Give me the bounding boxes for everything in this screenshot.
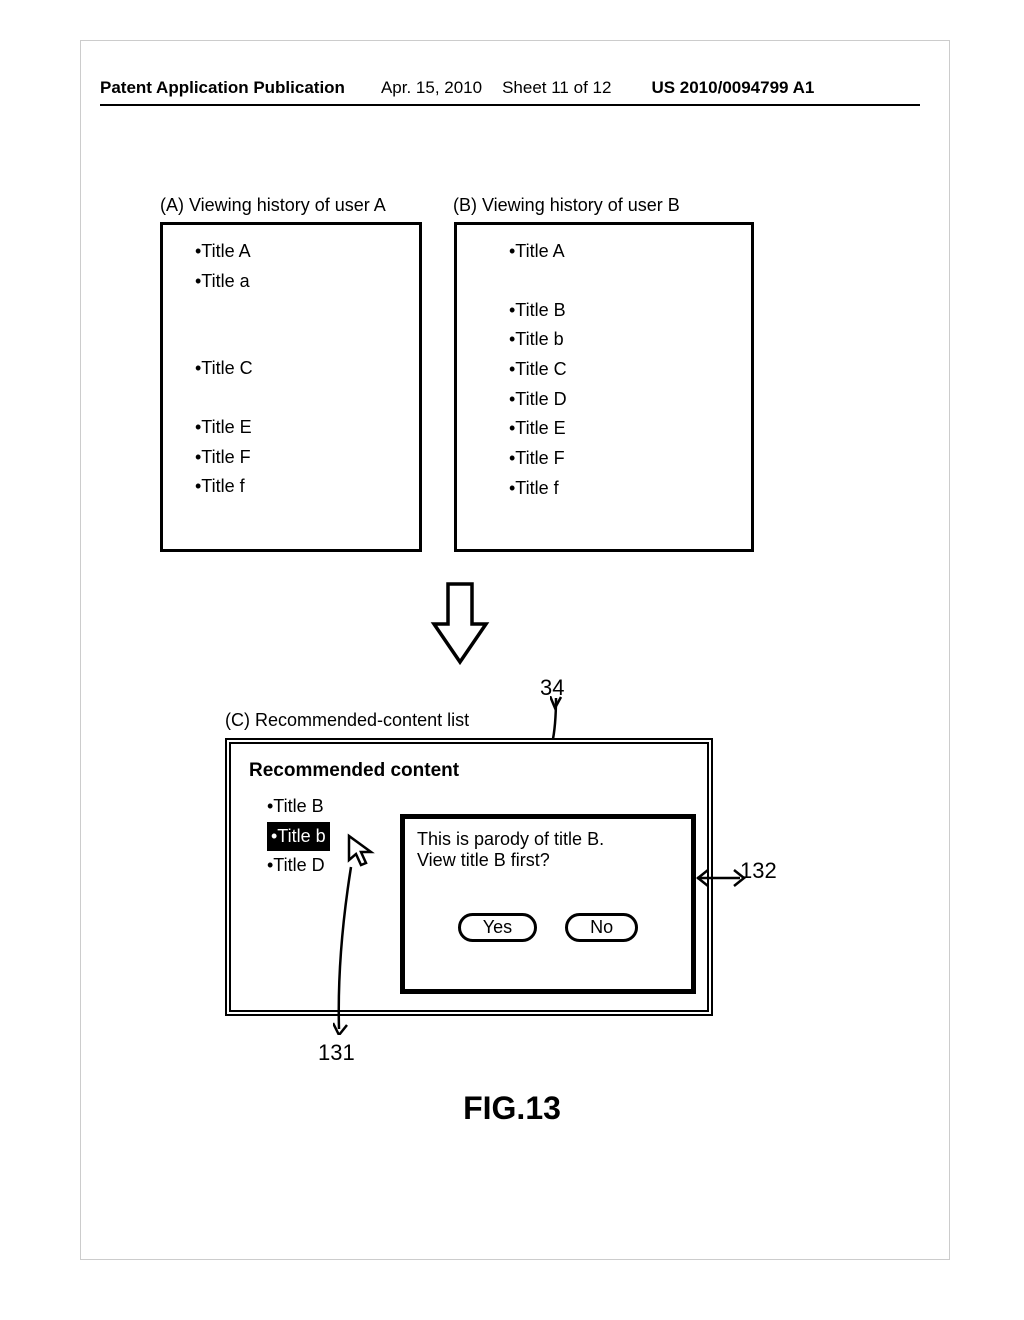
list-item [195, 325, 253, 354]
list-item: •Title F [195, 443, 253, 473]
list-item: •Title E [509, 414, 567, 444]
list-item: •Title C [509, 355, 567, 385]
user-a-titles: •Title A•Title a •Title C •Title E•Title F… [195, 237, 253, 502]
confirmation-popup: This is parody of title B. View title B … [400, 814, 696, 994]
down-arrow-icon [430, 580, 490, 670]
list-item [195, 384, 253, 413]
list-item: •Title A [509, 237, 567, 267]
page-header: Patent Application Publication Apr. 15, … [100, 78, 930, 98]
list-item: •Title f [195, 472, 253, 502]
cursor-icon [346, 833, 380, 867]
box-user-b-history: •Title A •Title B•Title b•Title C•Title D… [454, 222, 754, 552]
figure-label: FIG.13 [0, 1090, 1024, 1127]
label-user-b: (B) Viewing history of user B [453, 195, 680, 216]
sheet-number: Sheet 11 of 12 [502, 78, 611, 98]
user-b-titles: •Title A •Title B•Title b•Title C•Title D… [509, 237, 567, 504]
box-user-a-history: •Title A•Title a •Title C •Title E•Title F… [160, 222, 422, 552]
ref-132-leader [696, 868, 746, 888]
ref-34: 34 [540, 675, 564, 701]
header-rule [100, 104, 920, 106]
yes-button[interactable]: Yes [458, 913, 537, 942]
list-item: •Title a [195, 267, 253, 297]
label-user-a: (A) Viewing history of user A [160, 195, 386, 216]
list-item: •Title E [195, 413, 253, 443]
ref-131: 131 [318, 1040, 355, 1066]
list-item [195, 296, 253, 325]
list-item: •Title F [509, 444, 567, 474]
label-recommended: (C) Recommended-content list [225, 710, 469, 731]
ref-132: 132 [740, 858, 777, 884]
list-item: •Title A [195, 237, 253, 267]
popup-line1: This is parody of title B. [417, 829, 679, 850]
ref-131-leader [333, 865, 367, 1035]
patent-number: US 2010/0094799 A1 [651, 78, 814, 98]
list-item: •Title D [509, 385, 567, 415]
list-item: •Title C [195, 354, 253, 384]
list-item: •Title B [509, 296, 567, 326]
list-item: •Title b [509, 325, 567, 355]
publication-label: Patent Application Publication [100, 78, 345, 98]
publication-date: Apr. 15, 2010 [381, 78, 482, 98]
popup-line2: View title B first? [417, 850, 679, 871]
list-item [509, 267, 567, 296]
no-button[interactable]: No [565, 913, 638, 942]
recommended-title: Recommended content [249, 760, 689, 782]
list-item: •Title f [509, 474, 567, 504]
